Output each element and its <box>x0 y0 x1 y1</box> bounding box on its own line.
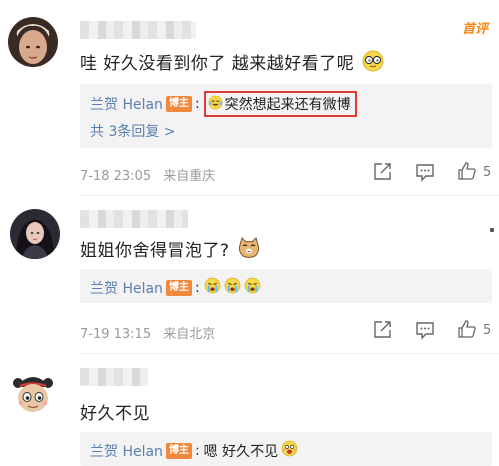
eyeglasses-face-icon <box>362 50 384 77</box>
comment-icon[interactable] <box>414 319 436 341</box>
reply-box: 兰贺 Helan 博主 : 嗯 好久不见 <box>80 432 492 466</box>
crying-face-icon <box>244 277 261 298</box>
avatar[interactable] <box>10 209 60 259</box>
more-replies-link[interactable]: 共 3条回复 > <box>90 121 176 141</box>
comment-text: 好久不见 <box>80 399 150 424</box>
reply-line: 兰贺 Helan 博主 : 突然想起来还有微博 <box>90 91 357 117</box>
comment-text-content: 姐姐你舍得冒泡了? <box>80 241 230 261</box>
share-icon[interactable] <box>371 161 393 183</box>
reply-box: 兰贺 Helan 博主 : 突然想起来还有微博 共 3条回复 > <box>80 84 492 148</box>
cat-face-icon <box>237 237 261 264</box>
comment-text: 姐姐你舍得冒泡了? <box>80 236 261 264</box>
reply-author-link[interactable]: 兰贺 Helan <box>90 94 163 114</box>
like-count: 5 <box>483 165 492 180</box>
reply-colon: : <box>194 279 200 296</box>
laughing-tears-icon <box>208 95 223 114</box>
comment-date: 7-18 23:05 <box>80 169 152 184</box>
username-redacted[interactable] <box>80 210 188 228</box>
comment-location: 来自北京 <box>163 327 216 342</box>
comment-meta: 7-19 13:15 来自北京 <box>80 323 215 342</box>
first-comment-badge: 首评 <box>462 22 489 37</box>
reply-colon: : <box>194 442 200 459</box>
reply-text: 嗯 好久不见 <box>203 443 279 460</box>
host-badge: 博主 <box>165 279 192 296</box>
comment-location: 来自重庆 <box>163 169 216 184</box>
reply-line: 兰贺 Helan 博主 : <box>90 277 261 298</box>
crying-face-icon <box>204 277 221 298</box>
username-redacted[interactable] <box>80 21 196 39</box>
reply-line: 兰贺 Helan 博主 : 嗯 好久不见 <box>90 440 298 461</box>
comment-meta: 7-18 23:05 来自重庆 <box>80 165 215 184</box>
like-icon[interactable] <box>456 160 478 182</box>
username-redacted[interactable] <box>80 368 148 386</box>
comment-icon[interactable] <box>414 161 436 183</box>
avatar[interactable] <box>8 367 58 417</box>
highlighted-reply: 突然想起来还有微博 <box>203 91 357 117</box>
host-badge: 博主 <box>165 96 192 112</box>
reply-author-link[interactable]: 兰贺 Helan <box>90 278 163 298</box>
like-icon[interactable] <box>456 318 478 340</box>
comment-item: 首评 哇 好久没看到你了 越来越好看了呢 兰贺 Helan 博主 : 突然想起来… <box>0 0 499 196</box>
avatar[interactable] <box>8 17 58 67</box>
comment-text-content: 哇 好久没看到你了 越来越好看了呢 <box>80 54 355 74</box>
comment-date: 7-19 13:15 <box>80 327 152 342</box>
reply-text: 突然想起来还有微博 <box>224 97 351 113</box>
comment-text-content: 好久不见 <box>80 404 150 424</box>
comment-text: 哇 好久没看到你了 越来越好看了呢 <box>80 49 384 77</box>
like-count: 5 <box>483 323 492 338</box>
crying-face-icon <box>224 277 241 298</box>
surprised-face-icon <box>281 440 298 461</box>
reply-author-link[interactable]: 兰贺 Helan <box>90 441 163 461</box>
comment-item: 好久不见 兰贺 Helan 博主 : 嗯 好久不见 <box>0 354 499 466</box>
reply-box: 兰贺 Helan 博主 : <box>80 269 492 303</box>
comment-item: 姐姐你舍得冒泡了? 兰贺 Helan 博主 : 7-19 13:15 来自北京 … <box>0 196 499 354</box>
share-icon[interactable] <box>371 319 393 341</box>
reply-colon: : <box>194 96 200 112</box>
host-badge: 博主 <box>165 442 192 459</box>
